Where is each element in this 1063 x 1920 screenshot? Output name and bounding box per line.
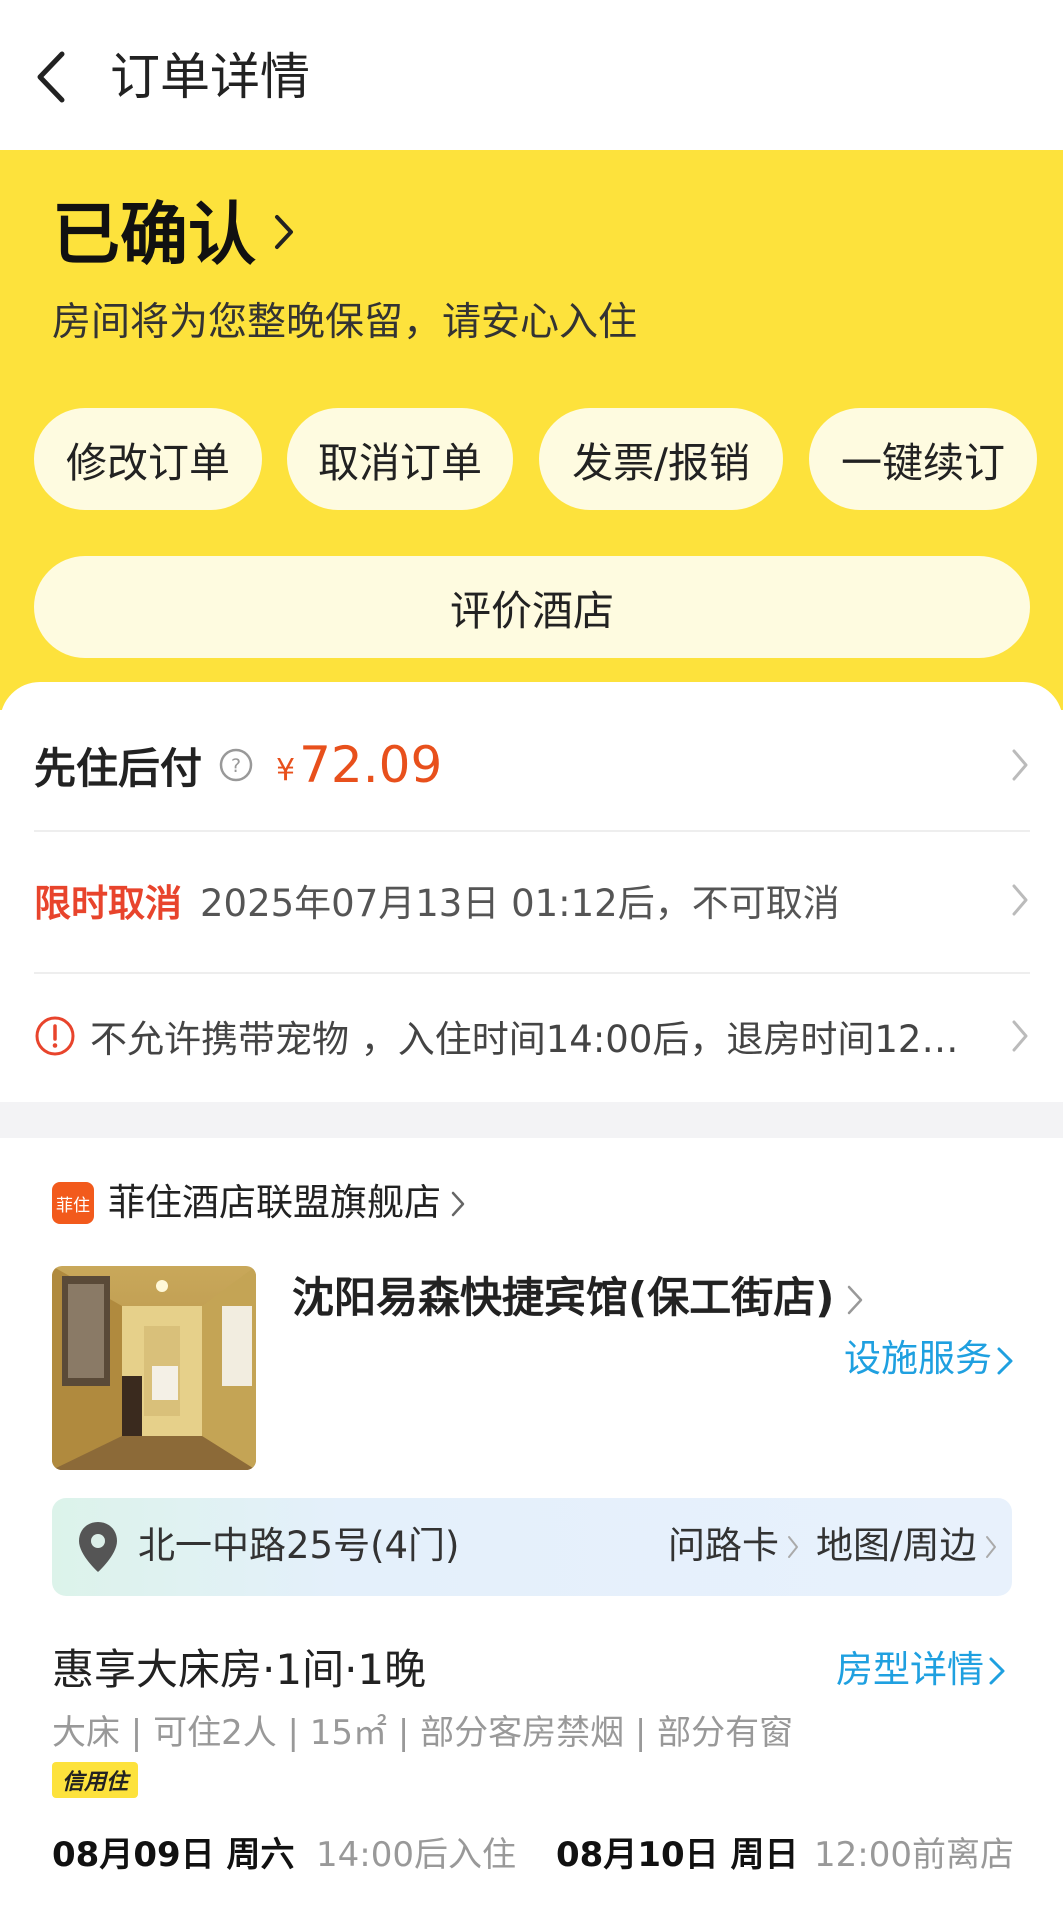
cancellation-tag: 限时取消 <box>34 882 182 925</box>
status-subtitle: 房间将为您整晚保留，请安心入住 <box>52 300 638 345</box>
location-pin-icon <box>79 1522 117 1572</box>
room-specs: 大床 | 可住2人 | 15㎡ | 部分客房禁烟 | 部分有窗 <box>52 1713 794 1753</box>
chevron-right-icon <box>1012 884 1028 916</box>
cancellation-row[interactable]: 限时取消 2025年07月13日 01:12后，不可取消 <box>34 868 1030 932</box>
chevron-right-icon <box>986 1536 996 1558</box>
checkin-date: 08月09日 周六 <box>52 1835 295 1875</box>
question-icon[interactable]: ? <box>218 747 254 783</box>
hotel-corridor-image <box>52 1266 256 1470</box>
policy-notice-text: 不允许携带宠物 ，入住时间14:00后，退房时间12:… <box>90 1018 960 1061</box>
map-nearby-link[interactable]: 地图/周边 <box>816 1520 976 1572</box>
credit-stay-badge: 信用住 <box>52 1762 139 1798</box>
hotel-photo[interactable] <box>52 1266 256 1470</box>
address-text: 北一中路25号(4门) <box>138 1524 460 1567</box>
back-button[interactable] <box>30 46 80 108</box>
chevron-right-icon <box>788 1536 798 1558</box>
chevron-right-icon[interactable] <box>272 212 296 252</box>
room-detail-link[interactable]: 房型详情 <box>836 1642 984 1698</box>
hotel-name-link[interactable]: 沈阳易森快捷宾馆(保工街店) <box>292 1270 834 1326</box>
chevron-right-icon <box>451 1191 465 1217</box>
store-name-link[interactable]: 菲住酒店联盟旗舰店 <box>108 1178 441 1228</box>
checkout-note: 12:00前离店 <box>814 1835 1014 1875</box>
store-logo: 菲住 <box>52 1182 94 1224</box>
status-title[interactable]: 已确认 <box>52 196 256 276</box>
chevron-right-icon <box>989 1657 1005 1685</box>
chevron-right-icon <box>1012 749 1028 781</box>
room-type-name: 惠享大床房·1间·1晚 <box>52 1645 427 1694</box>
section-gap <box>0 1102 1063 1138</box>
direction-card-link[interactable]: 问路卡 <box>668 1520 779 1572</box>
chevron-right-icon <box>997 1347 1013 1375</box>
warning-icon <box>35 1016 75 1056</box>
page-title: 订单详情 <box>110 48 310 106</box>
checkin-note: 14:00后入住 <box>316 1835 516 1875</box>
payment-amount: 72.09 <box>299 736 443 794</box>
chevron-left-icon <box>37 51 65 103</box>
hotel-policy-row[interactable]: 不允许携带宠物 ，入住时间14:00后，退房时间12:… <box>34 1004 1030 1068</box>
order-info-card: 先住后付 ? ¥ 72.09 限时取消 2025年07月13日 01:12后，不… <box>0 682 1063 1102</box>
checkout-date: 08月10日 周日 <box>556 1835 799 1875</box>
chevron-right-icon <box>1012 1020 1028 1052</box>
svg-text:?: ? <box>231 755 241 777</box>
facility-service-link[interactable]: 设施服务 <box>844 1334 992 1384</box>
hotel-info-card: 菲住 菲住酒店联盟旗舰店 沈阳易森快捷宾馆(保工街店) 设施服务 北一中路25号… <box>0 1138 1063 1920</box>
cancellation-text: 2025年07月13日 01:12后，不可取消 <box>200 882 840 925</box>
top-bar: 订单详情 <box>0 0 1063 150</box>
order-status-panel: 已确认 房间将为您整晚保留，请安心入住 修改订单 取消订单 发票/报销 一键续订… <box>0 150 1063 710</box>
divider <box>34 830 1030 832</box>
payment-label: 先住后付 <box>34 743 203 793</box>
renew-order-button[interactable]: 一键续订 <box>809 408 1037 510</box>
invoice-button[interactable]: 发票/报销 <box>539 408 783 510</box>
chevron-right-icon <box>847 1285 863 1315</box>
cancel-order-button[interactable]: 取消订单 <box>287 408 513 510</box>
address-bar[interactable]: 北一中路25号(4门) 问路卡 地图/周边 <box>52 1498 1012 1596</box>
payment-row[interactable]: 先住后付 ? ¥ 72.09 <box>34 730 1030 800</box>
review-hotel-button[interactable]: 评价酒店 <box>34 556 1030 658</box>
divider <box>34 972 1030 974</box>
modify-order-button[interactable]: 修改订单 <box>34 408 262 510</box>
currency-symbol: ¥ <box>276 752 296 788</box>
